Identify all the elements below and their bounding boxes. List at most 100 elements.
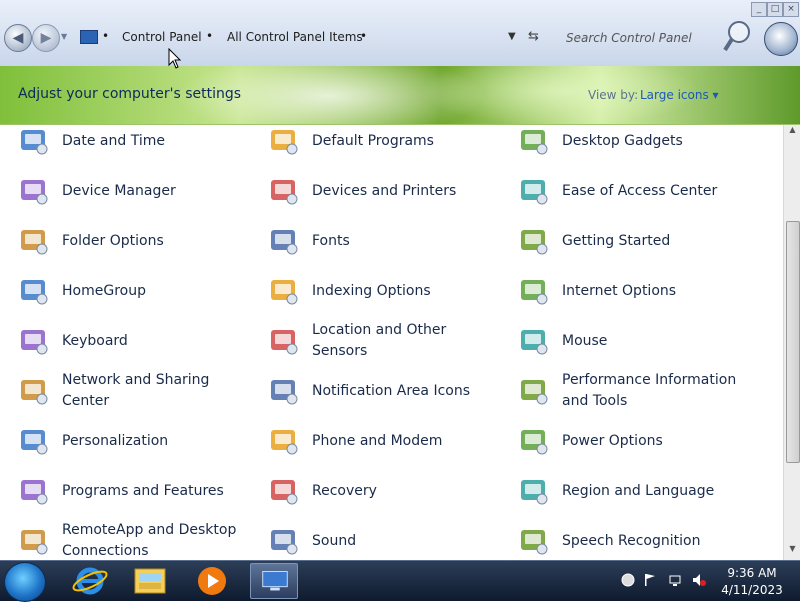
back-arrow-icon: ◀: [12, 30, 24, 46]
control-panel-item[interactable]: HomeGroup: [18, 269, 247, 313]
control-panel-item[interactable]: Folder Options: [18, 219, 247, 263]
control-panel-item-label: HomeGroup: [62, 282, 146, 299]
control-panel-item[interactable]: Fonts: [268, 219, 497, 263]
close-button[interactable]: ×: [783, 2, 799, 17]
control-panel-item[interactable]: Sound: [268, 519, 497, 560]
devices-printers-icon: [271, 180, 298, 205]
control-panel-item[interactable]: Region and Language: [518, 469, 747, 513]
media-player-icon[interactable]: [188, 563, 236, 599]
control-panel-item[interactable]: Performance Information and Tools: [518, 369, 747, 413]
control-panel-item-label: Indexing Options: [312, 282, 431, 299]
control-panel-item[interactable]: Default Programs: [268, 125, 497, 163]
control-panel-item[interactable]: Speech Recognition: [518, 519, 747, 560]
control-panel-item-label: Sound: [312, 532, 357, 549]
action-center-icon[interactable]: [621, 573, 635, 587]
control-panel-item-label: Folder Options: [62, 232, 164, 249]
control-panel-item[interactable]: RemoteApp and Desktop Connections: [18, 519, 247, 560]
control-panel-item[interactable]: Keyboard: [18, 319, 247, 363]
getting-started-icon: [521, 230, 548, 255]
control-panel-item-label: Network and Sharing Center: [62, 372, 210, 409]
control-panel-item-label: Region and Language: [562, 482, 715, 499]
power-options-icon: [521, 430, 548, 455]
back-button[interactable]: ◀: [4, 24, 32, 52]
view-by-dropdown[interactable]: Large icons ▾: [640, 88, 719, 102]
region-language-icon: [521, 480, 548, 505]
control-panel-item[interactable]: Personalization: [18, 419, 247, 463]
control-panel-item[interactable]: Recovery: [268, 469, 497, 513]
control-panel-item[interactable]: Network and Sharing Center: [18, 369, 247, 413]
control-panel-item[interactable]: Devices and Printers: [268, 169, 497, 213]
control-panel-item[interactable]: Getting Started: [518, 219, 747, 263]
vertical-scrollbar[interactable]: ▲ ▼: [783, 125, 800, 560]
notification-area-icon: [271, 380, 298, 405]
control-panel-item-label: Programs and Features: [62, 482, 224, 499]
mouse-icon: [521, 330, 548, 355]
scroll-up-icon[interactable]: ▲: [784, 125, 800, 141]
control-panel-item[interactable]: Power Options: [518, 419, 747, 463]
help-icon[interactable]: [764, 22, 798, 56]
scroll-down-icon[interactable]: ▼: [784, 544, 800, 560]
control-panel-item-label: Fonts: [312, 232, 350, 249]
minimize-button[interactable]: _: [751, 2, 767, 17]
control-panel-item-label: Devices and Printers: [312, 182, 457, 199]
control-panel-item[interactable]: Device Manager: [18, 169, 247, 213]
control-panel-item[interactable]: Programs and Features: [18, 469, 247, 513]
address-dropdown-icon[interactable]: ▼: [508, 31, 516, 42]
clock-date[interactable]: 4/11/2023: [716, 583, 788, 597]
control-panel-item-label: Personalization: [62, 432, 169, 449]
internet-options-icon: [521, 280, 548, 305]
control-panel-item-label: Desktop Gadgets: [562, 132, 683, 149]
sound-icon: [271, 530, 298, 555]
view-by-label: View by:: [588, 88, 639, 102]
control-panel-icon: [262, 571, 288, 591]
forward-arrow-icon: ▶: [40, 30, 52, 46]
control-panel-item[interactable]: Indexing Options: [268, 269, 497, 313]
flag-icon[interactable]: [643, 573, 657, 587]
windows-explorer-icon[interactable]: [126, 563, 174, 599]
fonts-icon: [271, 230, 298, 255]
recent-pages-dropdown[interactable]: ▼: [61, 32, 67, 41]
control-panel-item[interactable]: Notification Area Icons: [268, 369, 497, 413]
breadcrumb-separator[interactable]: •: [206, 29, 213, 43]
control-panel-item-label: Internet Options: [562, 282, 677, 299]
keyboard-icon: [21, 330, 48, 355]
control-panel-item[interactable]: Date and Time: [18, 125, 247, 163]
programs-features-icon: [21, 480, 48, 505]
page-title: Adjust your computer's settings: [18, 86, 242, 102]
control-panel-item-label: Power Options: [562, 432, 663, 449]
scrollbar-thumb[interactable]: [786, 221, 800, 463]
network-icon[interactable]: [668, 573, 682, 587]
control-panel-item-label: Keyboard: [62, 332, 128, 349]
refresh-icon[interactable]: ⇆: [528, 29, 539, 44]
mouse-cursor-icon: [168, 48, 182, 69]
banner: Adjust your computer's settings View by:…: [0, 66, 800, 125]
personalization-icon: [21, 430, 48, 455]
clock-time[interactable]: 9:36 AM: [716, 566, 788, 580]
control-panel-item[interactable]: Mouse: [518, 319, 747, 363]
breadcrumb-separator[interactable]: •: [102, 29, 109, 43]
control-panel-item[interactable]: Internet Options: [518, 269, 747, 313]
control-panel-item-label: Notification Area Icons: [312, 382, 471, 399]
search-icon[interactable]: [722, 18, 752, 54]
control-panel-item-label: Date and Time: [62, 132, 165, 149]
control-panel-item[interactable]: Phone and Modem: [268, 419, 497, 463]
control-panel-item-label: Phone and Modem: [312, 432, 443, 449]
control-panel-item-label: Mouse: [562, 332, 608, 349]
control-panel-item[interactable]: Ease of Access Center: [518, 169, 747, 213]
breadcrumb-separator[interactable]: •: [360, 29, 367, 43]
breadcrumb-all-items[interactable]: All Control Panel Items: [227, 30, 363, 44]
search-input[interactable]: [560, 28, 722, 48]
forward-button[interactable]: ▶: [32, 24, 60, 52]
maximize-button[interactable]: □: [767, 2, 783, 17]
taskbar-control-panel[interactable]: [250, 563, 298, 599]
start-button[interactable]: [4, 562, 46, 602]
performance-icon: [521, 380, 548, 405]
ease-of-access-icon: [521, 180, 548, 205]
breadcrumb-control-panel[interactable]: Control Panel: [122, 30, 202, 44]
control-panel-item[interactable]: Desktop Gadgets: [518, 125, 747, 163]
internet-explorer-icon[interactable]: [66, 563, 114, 599]
volume-muted-icon[interactable]: [692, 573, 706, 587]
device-manager-icon: [21, 180, 48, 205]
control-panel-item-label: Performance Information and Tools: [562, 372, 737, 409]
control-panel-item[interactable]: Location and Other Sensors: [268, 319, 497, 363]
